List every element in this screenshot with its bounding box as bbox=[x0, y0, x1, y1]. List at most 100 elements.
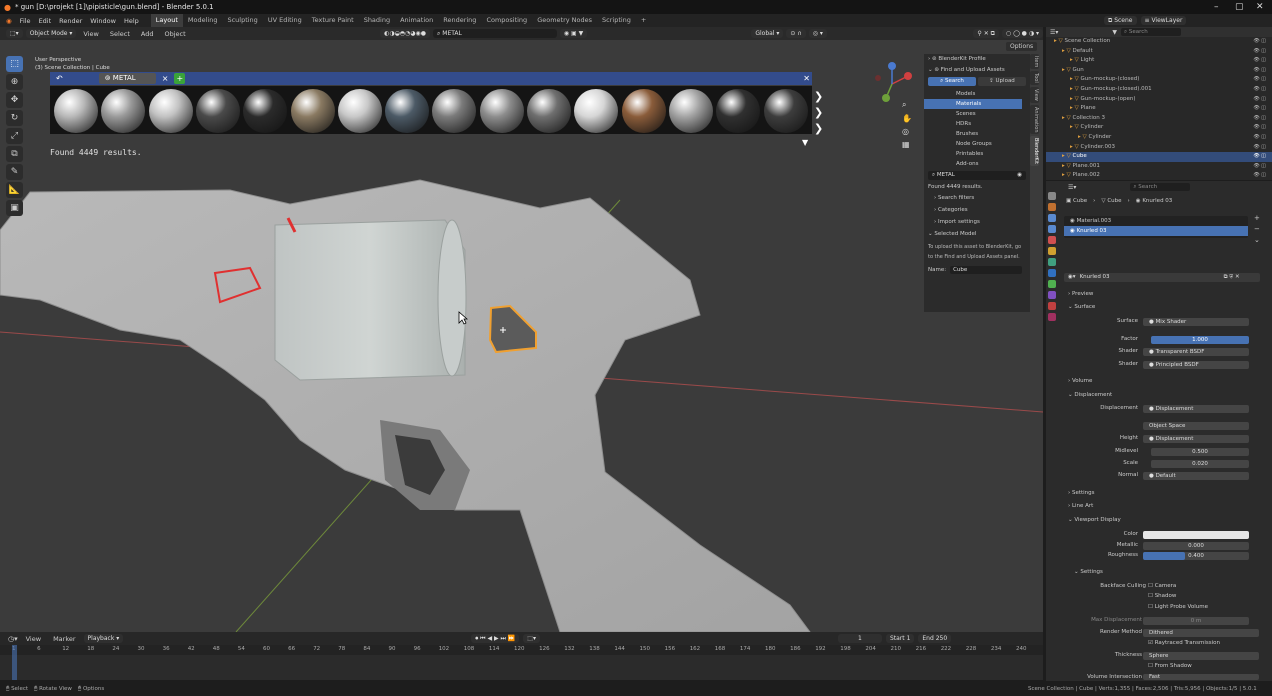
properties-tab-icon[interactable] bbox=[1048, 258, 1056, 266]
bk-type-models[interactable]: Models bbox=[924, 89, 1022, 99]
timeline-menu-marker[interactable]: Marker bbox=[49, 635, 79, 643]
visibility-toggle-icon[interactable]: 👁 ◫ bbox=[1253, 162, 1266, 172]
tab-scripting[interactable]: Scripting bbox=[597, 14, 636, 27]
material-thumbnail[interactable] bbox=[54, 89, 98, 133]
material-name-field[interactable]: Knurled 03 bbox=[1080, 273, 1220, 282]
editor-type-icon[interactable]: ⬚▾ bbox=[6, 29, 23, 38]
menu-file[interactable]: File bbox=[16, 17, 35, 25]
visibility-toggle-icon[interactable]: 👁 ◫ bbox=[1253, 66, 1266, 76]
normal-field[interactable]: ● Default bbox=[1143, 472, 1249, 480]
outliner-row[interactable]: ▸ ▽ Default 👁 ◫ bbox=[1046, 47, 1272, 57]
bk-type-hdrs[interactable]: HDRs bbox=[924, 119, 1022, 129]
options-dropdown[interactable]: Options bbox=[1006, 42, 1038, 51]
tab-modeling[interactable]: Modeling bbox=[183, 14, 223, 27]
bk-type-node-groups[interactable]: Node Groups bbox=[924, 139, 1022, 149]
tab-sculpting[interactable]: Sculpting bbox=[222, 14, 262, 27]
visibility-toggle-icon[interactable]: 👁 ◫ bbox=[1253, 171, 1266, 181]
visibility-toggle-icon[interactable]: 👁 ◫ bbox=[1253, 143, 1266, 153]
material-slot-active[interactable]: ◉ Knurled 03 bbox=[1064, 226, 1248, 236]
visibility-toggle-icon[interactable]: 👁 ◫ bbox=[1253, 75, 1266, 85]
sidebar-tab-tool[interactable]: Tool bbox=[1030, 71, 1039, 86]
material-thumbnail[interactable] bbox=[195, 89, 240, 133]
volume-intersection-dropdown[interactable]: Fast bbox=[1143, 674, 1259, 680]
bk-find-upload-row[interactable]: ⌄ ⊚ Find and Upload Assets bbox=[924, 64, 1030, 76]
shading-mode-buttons[interactable]: ◐◑◒◓◔◕◉● bbox=[380, 29, 430, 38]
outliner-editor-icon[interactable]: ☰▾ bbox=[1050, 29, 1058, 36]
properties-tab-icon[interactable] bbox=[1048, 280, 1056, 288]
section-displacement[interactable]: ⌄ Displacement bbox=[1068, 390, 1112, 400]
outliner-filter-icon[interactable]: ▼ bbox=[1112, 29, 1117, 36]
factor-slider[interactable]: 1.000 bbox=[1151, 336, 1249, 344]
mode-selector[interactable]: Object Mode ▾ bbox=[25, 29, 77, 38]
properties-tab-icon[interactable] bbox=[1048, 236, 1056, 244]
shader2-field[interactable]: ● Principled BSDF bbox=[1143, 361, 1249, 369]
section-preview[interactable]: › Preview bbox=[1068, 289, 1093, 299]
outliner-search-input[interactable]: ⌕ Search bbox=[1121, 28, 1182, 36]
bk-name-field[interactable]: Cube bbox=[950, 266, 1023, 274]
thickness-dropdown[interactable]: Sphere bbox=[1143, 652, 1259, 660]
visibility-toggle-icon[interactable]: 👁 ◫ bbox=[1253, 47, 1266, 57]
bk-categories[interactable]: › Categories bbox=[924, 204, 1030, 216]
properties-tab-icon[interactable] bbox=[1048, 302, 1056, 310]
playback-controls[interactable]: ⏺ ⏮ ◀ ▶ ⏭ ⏩ bbox=[471, 634, 520, 643]
props-search-input[interactable]: ⌕ Search bbox=[1130, 183, 1191, 191]
fake-user-icon[interactable]: ⧉ ⛨ ✕ bbox=[1224, 273, 1240, 282]
overlay-gizmo-icons[interactable]: ⚲ ✕ ⧉ bbox=[973, 29, 999, 38]
snapping-icon[interactable]: ⊙ ∩ bbox=[786, 29, 806, 38]
from-shadow-checkbox[interactable]: ☐ From Shadow bbox=[1148, 662, 1192, 671]
shadow-checkbox[interactable]: ☐ Shadow bbox=[1148, 592, 1176, 601]
remove-slot-icon[interactable]: − bbox=[1254, 225, 1260, 233]
material-thumbnail[interactable] bbox=[621, 89, 666, 133]
material-thumbnail[interactable] bbox=[668, 89, 713, 133]
playhead[interactable] bbox=[12, 645, 17, 680]
section-surface[interactable]: ⌄ Surface bbox=[1068, 302, 1095, 312]
outliner-row[interactable]: ▸ ▽ Cube 👁 ◫ bbox=[1046, 152, 1272, 162]
back-icon[interactable]: ↶ bbox=[56, 74, 63, 83]
keying-icon[interactable]: ⬚▾ bbox=[523, 634, 540, 643]
scroll-next-icon[interactable]: ❯ bbox=[814, 90, 823, 103]
outliner-row[interactable]: ▸ ▽ Light 👁 ◫ bbox=[1046, 56, 1272, 66]
properties-tab-icon[interactable] bbox=[1048, 225, 1056, 233]
viewport-menu-add[interactable]: Add bbox=[137, 30, 158, 38]
bk-upload-tab[interactable]: ⇪ Upload bbox=[978, 77, 1026, 86]
lightprobe-checkbox[interactable]: ☐ Light Probe Volume bbox=[1148, 603, 1208, 612]
viewport-menu-object[interactable]: Object bbox=[161, 30, 190, 38]
bk-type-printables[interactable]: Printables bbox=[924, 149, 1022, 159]
current-frame-field[interactable]: 1 bbox=[837, 634, 882, 643]
material-thumbnail[interactable] bbox=[716, 89, 761, 133]
cursor-tool-icon[interactable]: ⊕ bbox=[6, 74, 23, 90]
visibility-toggle-icon[interactable]: 👁 ◫ bbox=[1253, 104, 1266, 114]
timeline-menu-view[interactable]: View bbox=[22, 635, 45, 643]
annotate-tool-icon[interactable]: ✎ bbox=[6, 164, 23, 180]
render-method-dropdown[interactable]: Dithered bbox=[1143, 629, 1259, 637]
properties-tab-icon[interactable] bbox=[1048, 291, 1056, 299]
timeline-editor-icon[interactable]: ◷▾ bbox=[8, 635, 18, 643]
material-thumbnail[interactable] bbox=[527, 89, 571, 133]
material-thumbnail[interactable] bbox=[101, 89, 146, 133]
bk-type-materials[interactable]: Materials bbox=[924, 99, 1022, 109]
space-dropdown[interactable]: Object Space bbox=[1143, 422, 1249, 430]
raytraced-checkbox[interactable]: ☑ Raytraced Transmission bbox=[1148, 639, 1220, 648]
properties-tab-icon[interactable] bbox=[1048, 203, 1056, 211]
outliner-row[interactable]: ▸ ▽ Gun-mockup-(closed).001 👁 ◫ bbox=[1046, 85, 1272, 95]
outliner-row[interactable]: ▸ ▽ Cylinder.003 👁 ◫ bbox=[1046, 143, 1272, 153]
outliner-row[interactable]: ▸ ▽ Collection 3 👁 ◫ bbox=[1046, 114, 1272, 124]
blender-menu-icon[interactable]: ◉ bbox=[2, 17, 16, 25]
visibility-toggle-icon[interactable]: 👁 ◫ bbox=[1253, 37, 1266, 47]
max-disp-field[interactable]: 0 m bbox=[1143, 617, 1249, 625]
search-tools-icons[interactable]: ◉ ▣ ▼ bbox=[559, 29, 588, 38]
bk-type-add-ons[interactable]: Add-ons bbox=[924, 159, 1022, 169]
section-volume[interactable]: › Volume bbox=[1068, 376, 1092, 386]
visibility-toggle-icon[interactable]: 👁 ◫ bbox=[1253, 152, 1266, 162]
viewport-menu-view[interactable]: View bbox=[79, 30, 102, 38]
material-thumbnail[interactable] bbox=[385, 89, 430, 133]
color-swatch[interactable] bbox=[1143, 531, 1249, 539]
outliner-row[interactable]: ▸ ▽ Gun-mockup-(open) 👁 ◫ bbox=[1046, 95, 1272, 105]
visibility-toggle-icon[interactable]: 👁 ◫ bbox=[1253, 95, 1266, 105]
asset-tab-metal[interactable]: ⊚ METAL bbox=[98, 73, 156, 84]
material-thumbnail[interactable] bbox=[763, 89, 808, 133]
material-thumbnail[interactable] bbox=[337, 89, 382, 133]
slot-menu-icon[interactable]: ⌄ bbox=[1254, 236, 1260, 244]
material-datablock[interactable]: ◉▾ Knurled 03 ⧉ ⛨ ✕ bbox=[1064, 273, 1260, 282]
section-settings[interactable]: › Settings bbox=[1068, 488, 1095, 498]
